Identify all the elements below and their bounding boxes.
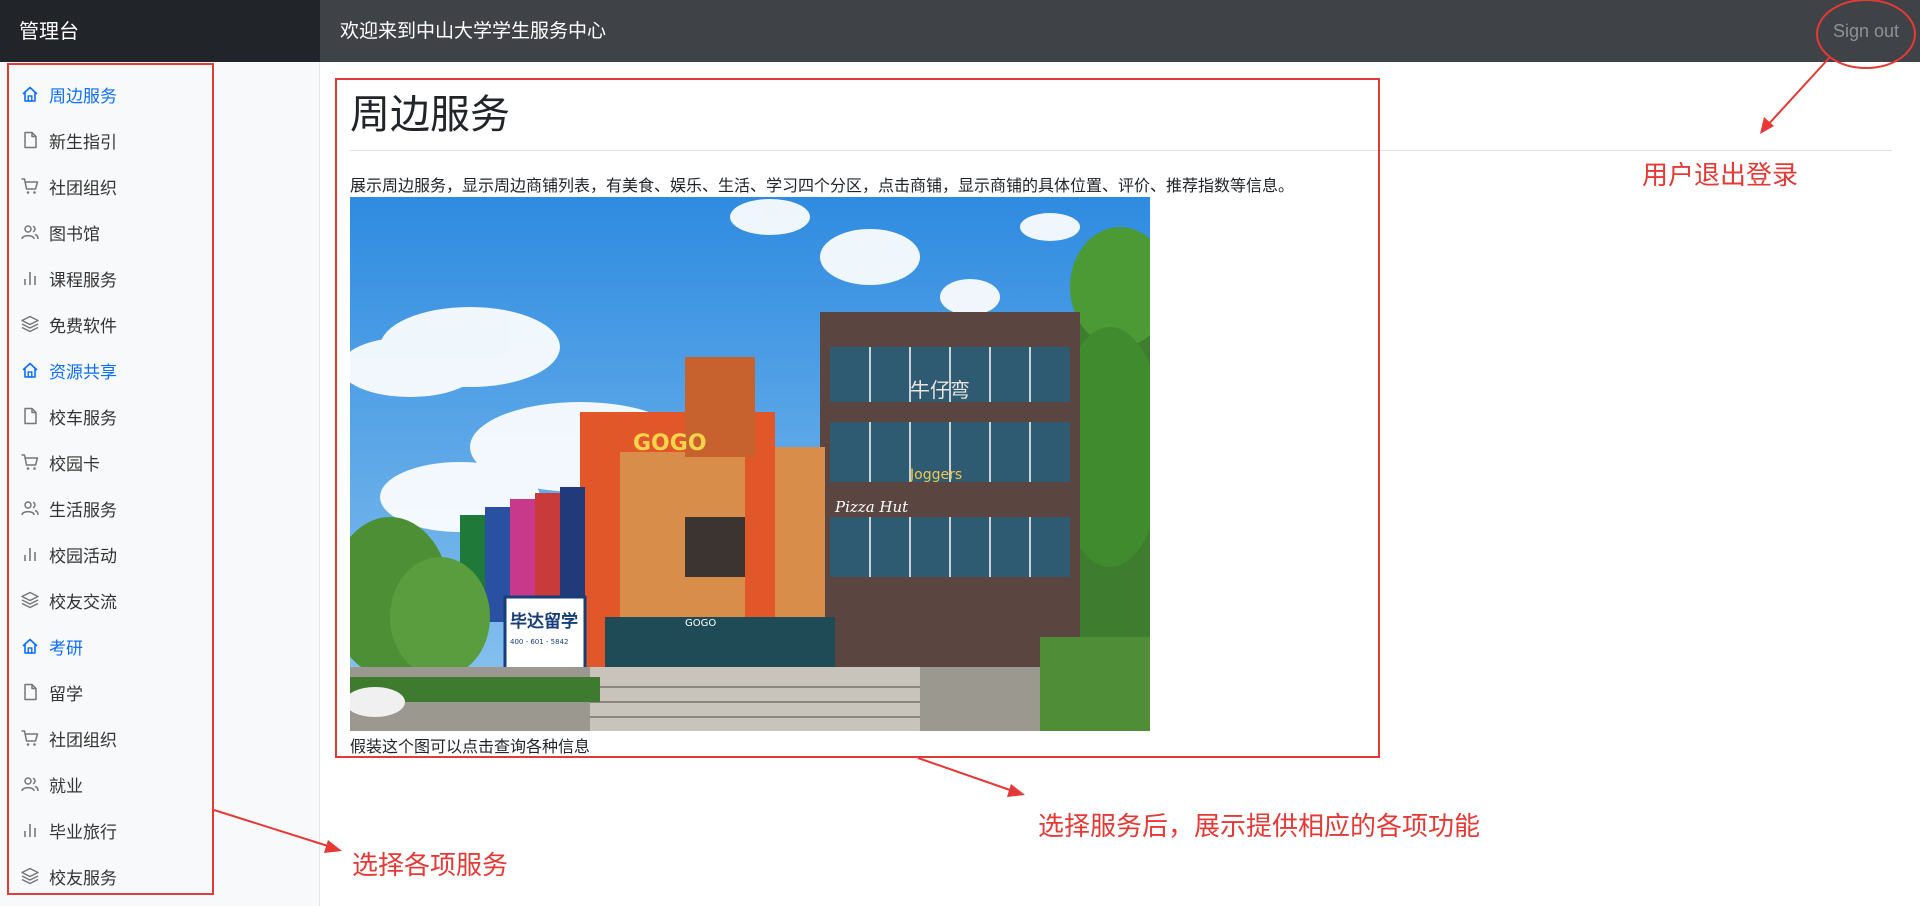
top-navbar: 管理台 欢迎来到中山大学学生服务中心 Sign out: [0, 0, 1920, 62]
welcome-text: 欢迎来到中山大学学生服务中心: [340, 20, 607, 42]
content-arrow-line: [917, 757, 1011, 791]
logout-arrow-head: [1760, 117, 1774, 134]
sidebar-arrow-head: [324, 840, 342, 853]
brand-title[interactable]: 管理台: [0, 0, 320, 62]
sidebar-annotation-box: [7, 63, 214, 895]
logout-arrow-line: [1765, 56, 1831, 128]
sign-out-link[interactable]: Sign out: [1812, 0, 1920, 62]
content-annotation: 选择服务后，展示提供相应的各项功能: [1038, 812, 1481, 842]
logout-annotation: 用户退出登录: [1642, 161, 1799, 191]
content-annotation-box: [335, 78, 1380, 758]
sidebar-annotation: 选择各项服务: [352, 851, 509, 881]
content-arrow-head: [1007, 784, 1025, 797]
welcome-banner: 欢迎来到中山大学学生服务中心: [320, 0, 1812, 62]
